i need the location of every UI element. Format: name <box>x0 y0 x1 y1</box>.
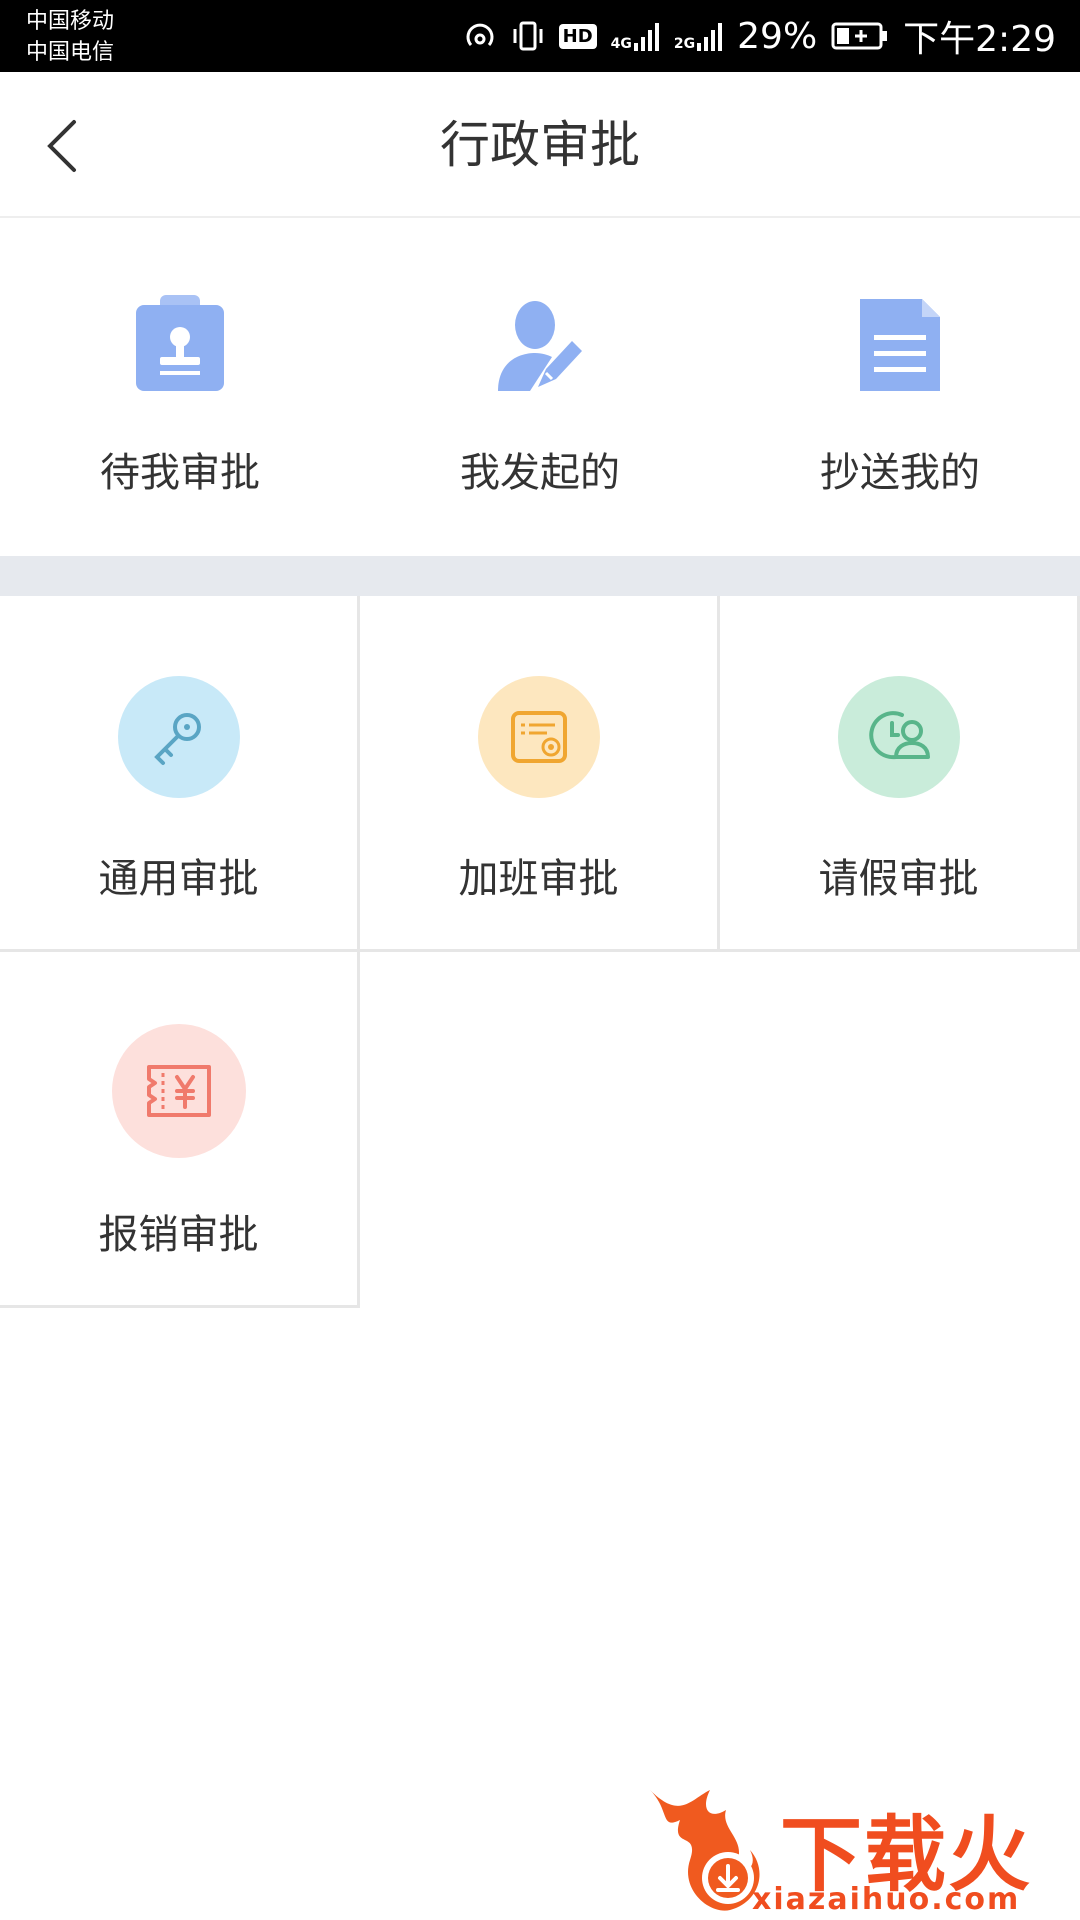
hotspot-icon <box>466 23 494 46</box>
status-bar: 中国移动 中国电信 HD 4G 2G 29% 下午2:29 <box>0 0 1080 72</box>
yuan-ticket-icon <box>146 1065 211 1117</box>
cell-label: 请假审批 <box>818 856 979 902</box>
section-divider <box>0 556 1080 596</box>
status-icons: HD 4G 2G 29% 下午2:29 <box>463 0 1056 72</box>
quick-label: 待我审批 <box>100 450 260 496</box>
carrier-info: 中国移动 中国电信 <box>26 6 114 68</box>
approval-leave[interactable]: 请假审批 <box>720 596 1080 952</box>
approval-overtime[interactable]: 加班审批 <box>360 596 720 952</box>
carrier-1: 中国移动 <box>26 9 115 34</box>
hd-badge: HD <box>558 23 597 49</box>
battery-charging-icon <box>831 22 888 50</box>
approval-general[interactable]: 通用审批 <box>0 596 360 952</box>
app-header: 行政审批 <box>0 72 1080 218</box>
cell-label: 报销审批 <box>98 1212 259 1258</box>
key-icon <box>153 713 201 765</box>
clock-user-icon <box>868 711 930 760</box>
icon-circle <box>111 1024 246 1158</box>
certificate-icon <box>510 711 567 763</box>
badge-stamp-icon <box>136 295 224 391</box>
document-icon <box>860 299 940 391</box>
quick-item-cc[interactable]: 抄送我的 <box>720 220 1080 556</box>
quick-actions: 待我审批 我发起的 抄送我的 <box>0 220 1080 556</box>
signal-bars-icon <box>697 23 723 51</box>
icon-circle <box>117 676 240 798</box>
vibrate-icon <box>513 21 543 51</box>
watermark-logo: 下载火 xiazaihuo.com <box>640 1780 1080 1920</box>
approval-expense[interactable]: 报销审批 <box>0 952 360 1308</box>
icon-circle <box>477 676 600 798</box>
signal-bars-icon <box>633 23 659 51</box>
battery-percent: 29% <box>737 15 818 57</box>
watermark-url: xiazaihuo.com <box>752 1882 1021 1917</box>
clock: 下午2:29 <box>903 19 1056 60</box>
signal-2g: 2G <box>674 21 723 51</box>
cell-label: 加班审批 <box>458 856 619 902</box>
user-edit-icon <box>498 301 582 391</box>
quick-label: 我发起的 <box>460 450 620 496</box>
page-title: 行政审批 <box>440 116 640 174</box>
icon-circle <box>837 676 960 798</box>
quick-item-pending[interactable]: 待我审批 <box>0 220 360 556</box>
net-type-1: 4G <box>610 36 632 52</box>
cell-label: 通用审批 <box>98 856 259 902</box>
net-type-2: 2G <box>673 36 696 52</box>
signal-4g: 4G <box>611 21 660 51</box>
carrier-2: 中国电信 <box>26 40 115 65</box>
quick-item-initiated[interactable]: 我发起的 <box>360 220 720 556</box>
quick-label: 抄送我的 <box>820 450 980 496</box>
